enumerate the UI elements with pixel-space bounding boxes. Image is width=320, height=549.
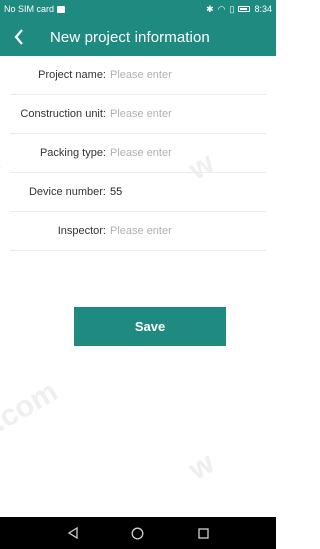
- chevron-left-icon: [14, 29, 23, 45]
- recents-square-icon: [198, 527, 209, 539]
- app-bar: New project information: [0, 18, 276, 56]
- bluetooth-icon: ✱: [206, 3, 214, 14]
- project-form: Project name: Construction unit: Packing…: [0, 56, 276, 251]
- watermark: .com: [0, 374, 64, 439]
- watermark: w: [183, 446, 220, 487]
- packing-type-row: Packing type:: [10, 134, 266, 173]
- packing-type-label: Packing type:: [39, 147, 106, 159]
- status-bar: No SIM card ✱ ◠ ▯ 8:34: [0, 0, 276, 18]
- notification-icon: [57, 5, 66, 13]
- back-button[interactable]: [0, 18, 38, 56]
- page-title: New project information: [50, 28, 210, 46]
- back-triangle-icon: [67, 527, 78, 539]
- clock-text: 8:34: [254, 4, 272, 14]
- system-nav-bar: [0, 517, 276, 549]
- inspector-row: Inspector:: [10, 212, 266, 251]
- construction-unit-row: Construction unit:: [10, 95, 266, 134]
- nav-back-button[interactable]: [57, 517, 89, 549]
- project-name-input[interactable]: [110, 63, 266, 87]
- project-name-row: Project name:: [10, 56, 266, 95]
- nav-home-button[interactable]: [122, 517, 154, 549]
- device-number-input[interactable]: [110, 180, 266, 204]
- inspector-label: Inspector:: [57, 225, 106, 237]
- save-button[interactable]: Save: [74, 307, 226, 346]
- sim-icon: ▯: [229, 3, 235, 14]
- device-number-label: Device number:: [28, 186, 106, 198]
- battery-icon: [238, 6, 251, 12]
- inspector-input[interactable]: [110, 219, 266, 243]
- packing-type-input[interactable]: [110, 141, 266, 165]
- project-name-label: Project name:: [38, 69, 106, 81]
- wifi-icon: ◠: [217, 3, 226, 14]
- construction-unit-input[interactable]: [110, 102, 266, 126]
- nav-recents-button[interactable]: [187, 517, 219, 549]
- device-number-row: Device number:: [10, 173, 266, 212]
- construction-unit-label: Construction unit:: [20, 108, 106, 120]
- home-circle-icon: [132, 527, 144, 539]
- carrier-text: No SIM card: [4, 4, 55, 14]
